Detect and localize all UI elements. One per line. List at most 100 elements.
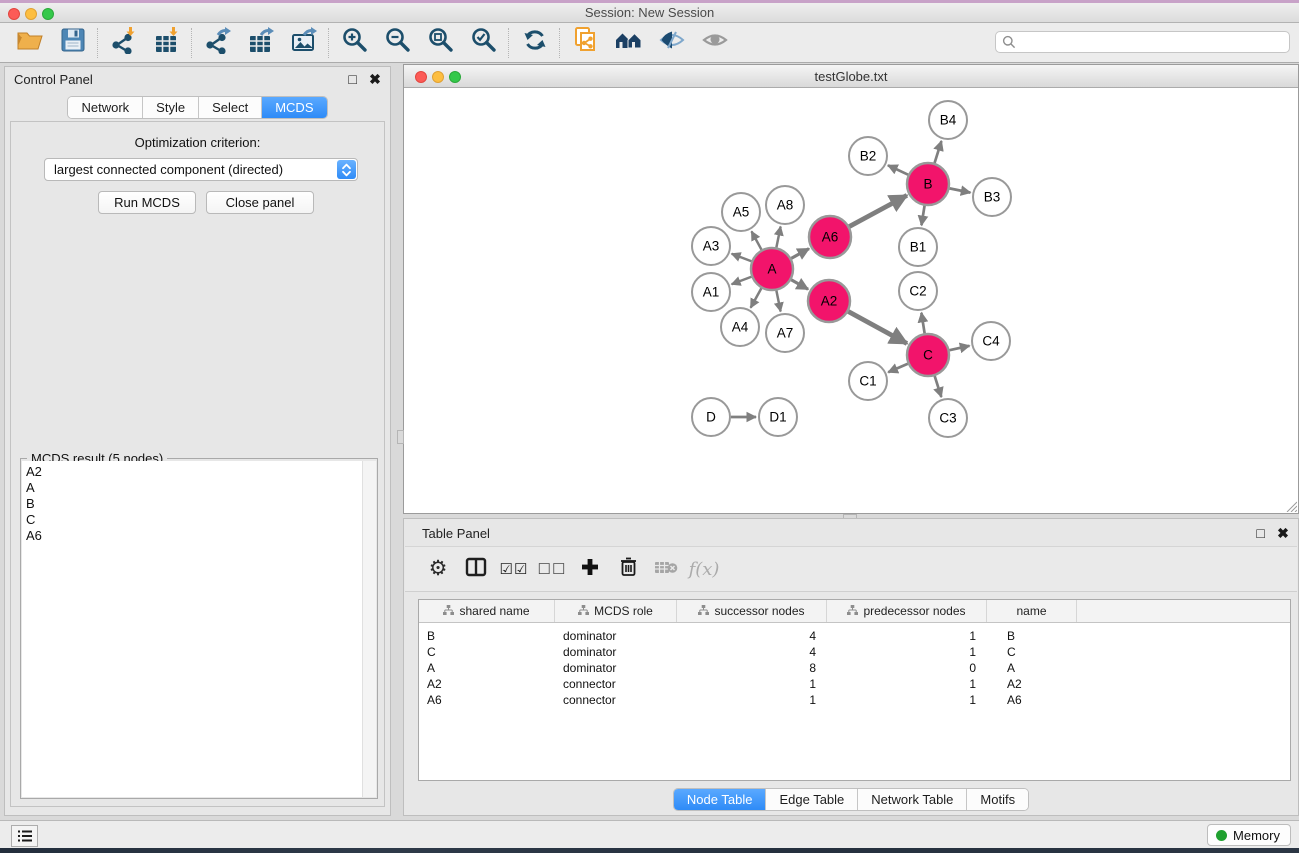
close-icon[interactable]: ✖	[366, 71, 384, 88]
add-column-button[interactable]	[571, 551, 609, 587]
splitter-handle[interactable]	[397, 430, 404, 444]
zoom-traffic-light-icon[interactable]	[42, 8, 54, 20]
column-header-predecessor-nodes[interactable]: predecessor nodes	[827, 600, 987, 622]
graph-edge-B-B3[interactable]	[950, 188, 971, 192]
zoom-fit-button[interactable]	[419, 26, 462, 60]
zoom-in-button[interactable]	[333, 26, 376, 60]
export-network-button[interactable]	[196, 26, 239, 60]
run-mcds-button[interactable]: Run MCDS	[98, 191, 196, 214]
hide-graphics-details-button[interactable]	[650, 26, 693, 60]
delete-columns-button[interactable]	[609, 551, 647, 587]
console-button[interactable]	[11, 825, 38, 847]
search-box[interactable]	[995, 31, 1290, 53]
table-options-gear-button[interactable]: ⚙	[419, 551, 457, 587]
graph-edge-C-C1[interactable]	[888, 364, 908, 373]
table-row[interactable]: Cdominator41C	[419, 644, 1290, 660]
task-list-icon	[17, 829, 33, 843]
status-bar: Memory	[0, 820, 1299, 848]
import-table-button[interactable]	[145, 26, 188, 60]
mcds-result-item[interactable]: C	[26, 512, 363, 528]
control-panel-tab-network[interactable]: Network	[68, 97, 143, 118]
select-all-columns-button[interactable]: ☑☑	[495, 551, 533, 587]
export-image-button[interactable]	[282, 26, 325, 60]
split-panel-button[interactable]	[457, 551, 495, 587]
search-input[interactable]	[1016, 32, 1289, 52]
table-panel-title: Table Panel	[422, 526, 490, 541]
graph-edge-A-A3[interactable]	[732, 254, 752, 261]
graph-edge-A-A5[interactable]	[752, 231, 762, 249]
export-image-icon	[290, 26, 318, 59]
delete-table-button[interactable]	[647, 551, 685, 587]
graph-edge-A-A7[interactable]	[776, 291, 780, 312]
mcds-result-scrollbar[interactable]	[362, 461, 376, 797]
graph-edge-A-A6[interactable]	[791, 249, 809, 259]
table-row[interactable]: A6connector11A6	[419, 692, 1290, 708]
open-file-button[interactable]	[8, 26, 51, 60]
table-panel-tab-network-table[interactable]: Network Table	[858, 789, 967, 810]
zoom-out-button[interactable]	[376, 26, 419, 60]
table-cell-filler	[1077, 660, 1290, 676]
control-panel-tab-mcds[interactable]: MCDS	[262, 97, 326, 118]
control-panel-tab-select[interactable]: Select	[199, 97, 262, 118]
zoom-fit-icon	[427, 26, 455, 59]
table-panel-tab-edge-table[interactable]: Edge Table	[766, 789, 858, 810]
table-row[interactable]: Bdominator41B	[419, 628, 1290, 644]
mcds-result-item[interactable]: A	[26, 480, 363, 496]
graph-edge-C-C3[interactable]	[935, 376, 942, 397]
import-network-button[interactable]	[102, 26, 145, 60]
close-traffic-light-icon[interactable]	[415, 71, 427, 83]
refresh-view-button[interactable]	[513, 26, 556, 60]
graph-edge-A-A2[interactable]	[791, 280, 808, 289]
graph-edge-C-C2[interactable]	[921, 313, 924, 334]
graph-edge-C-C4[interactable]	[949, 346, 969, 350]
close-traffic-light-icon[interactable]	[8, 8, 20, 20]
export-table-button[interactable]	[239, 26, 282, 60]
show-graphics-details-button[interactable]	[693, 26, 736, 60]
mcds-result-item[interactable]: A2	[26, 464, 363, 480]
zoom-traffic-light-icon[interactable]	[449, 71, 461, 83]
column-header-mcds-role[interactable]: MCDS role	[555, 600, 677, 622]
table-cell: C	[419, 644, 555, 660]
column-header-name[interactable]: name	[987, 600, 1077, 622]
resize-corner-icon[interactable]	[1284, 499, 1297, 512]
table-cell: dominator	[555, 644, 677, 660]
hide-graphics-details-icon	[658, 26, 686, 59]
zoom-selected-button[interactable]	[462, 26, 505, 60]
column-header-successor-nodes[interactable]: successor nodes	[677, 600, 827, 622]
graph-edge-B-B2[interactable]	[888, 165, 908, 174]
memory-button[interactable]: Memory	[1207, 824, 1291, 846]
graph-edge-A-A1[interactable]	[732, 277, 752, 284]
minimize-traffic-light-icon[interactable]	[432, 71, 444, 83]
graph-edge-A-A4[interactable]	[751, 288, 762, 307]
function-builder-button[interactable]: f(x)	[685, 551, 723, 587]
table-cell: A6	[419, 692, 555, 708]
table-panel-tab-node-table[interactable]: Node Table	[674, 789, 767, 810]
table-row[interactable]: Adominator80A	[419, 660, 1290, 676]
graph-edge-A2-C[interactable]	[848, 312, 907, 344]
table-row[interactable]: A2connector11A2	[419, 676, 1290, 692]
minimize-traffic-light-icon[interactable]	[25, 8, 37, 20]
control-panel-tab-style[interactable]: Style	[143, 97, 199, 118]
graph-edge-A-A8[interactable]	[776, 227, 780, 248]
mcds-result-list[interactable]: A2ABCA6	[22, 461, 363, 797]
float-icon[interactable]: □	[344, 71, 362, 87]
float-icon[interactable]: □	[1252, 525, 1270, 541]
graph-edge-B-B1[interactable]	[921, 206, 924, 226]
unselect-all-columns-button[interactable]: ☐☐	[533, 551, 571, 587]
save-session-button[interactable]	[51, 26, 94, 60]
network-window-titlebar[interactable]: testGlobe.txt	[404, 65, 1298, 88]
close-icon[interactable]: ✖	[1274, 525, 1292, 542]
graph-node-label: A1	[703, 285, 720, 300]
control-panel-segmented-control: NetworkStyleSelectMCDS	[67, 96, 327, 119]
criterion-dropdown[interactable]: largest connected component (directed)	[44, 158, 358, 181]
mcds-result-item[interactable]: A6	[26, 528, 363, 544]
column-header-shared-name[interactable]: shared name	[419, 600, 555, 622]
graph-edge-B-B4[interactable]	[935, 141, 942, 163]
mcds-result-item[interactable]: B	[26, 496, 363, 512]
graph-edge-A6-B[interactable]	[849, 195, 907, 226]
table-panel-tab-motifs[interactable]: Motifs	[967, 789, 1028, 810]
close-panel-button[interactable]: Close panel	[206, 191, 314, 214]
network-canvas[interactable]: B4B2BB3A8A5A6A3B1AA1C2A2A4A7C4CC1C3DD1	[405, 88, 1297, 509]
apply-preferred-layout-button[interactable]	[607, 26, 650, 60]
network-from-selection-button[interactable]	[564, 26, 607, 60]
